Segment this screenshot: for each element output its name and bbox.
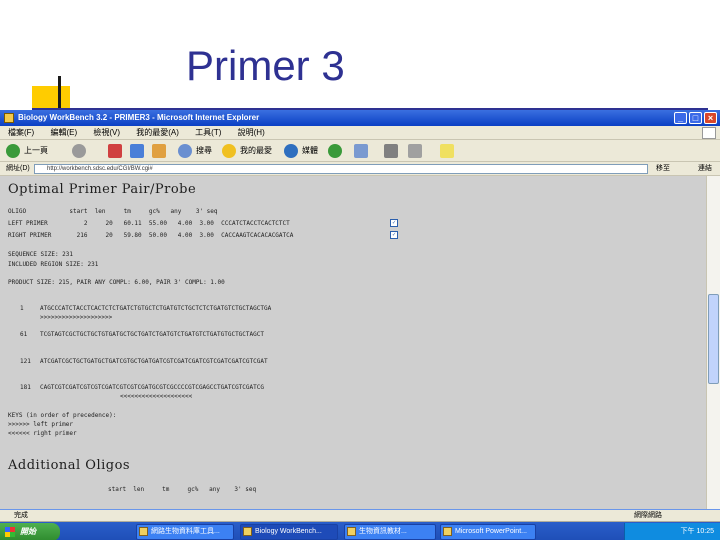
seq-marker: <<<<<<<<<<<<<<<<<<<< [120, 393, 193, 400]
scroll-thumb[interactable] [708, 294, 719, 384]
seq-line: ATCGATCGCTGCTGATGCTGATCGTGCTGATGATCGTCGA… [40, 358, 268, 365]
menu-bar: 檔案(F) 編輯(E) 檢視(V) 我的最愛(A) 工具(T) 說明(H) [0, 126, 720, 140]
menu-edit[interactable]: 編輯(E) [50, 126, 77, 140]
sequence-size: SEQUENCE SIZE: 231 [8, 251, 74, 258]
favorites-button[interactable]: 我的最愛 [240, 144, 272, 158]
menu-help[interactable]: 說明(H) [238, 126, 265, 140]
mail-icon[interactable] [354, 144, 368, 158]
slide-title: Primer 3 [186, 42, 345, 89]
taskbar-item-label: Microsoft PowerPoint... [455, 528, 527, 535]
oligo-table-header: OLIGO start len tm gc% any 3' seq [8, 208, 218, 215]
key-left-primer: >>>>>> left primer [8, 421, 74, 428]
menu-favorites[interactable]: 我的最愛(A) [136, 126, 179, 140]
ie-icon [4, 113, 14, 123]
seq-pos: 181 [20, 384, 31, 391]
messenger-icon[interactable] [440, 144, 454, 158]
windows-taskbar: 完成 網際網路 開始 網路生物資料庫工具... Biology WorkBenc… [0, 509, 720, 540]
maximize-button[interactable]: □ [689, 112, 702, 124]
included-region-size: INCLUDED REGION SIZE: 231 [8, 261, 99, 268]
edit-icon[interactable] [408, 144, 422, 158]
favorites-icon[interactable] [222, 144, 236, 158]
right-primer-row: RIGHT PRIMER 216 20 59.80 50.00 4.00 3.0… [8, 232, 294, 239]
links-button[interactable]: 連結 [698, 162, 712, 176]
page-content: Optimal Primer Pair/Probe OLIGO start le… [0, 176, 706, 509]
search-icon[interactable] [178, 144, 192, 158]
menu-tools[interactable]: 工具(T) [195, 126, 221, 140]
browser-window: Biology WorkBench 3.2 - PRIMER3 - Micros… [0, 110, 720, 540]
taskbar-item[interactable]: 網路生物資料庫工具... [136, 524, 234, 540]
go-button[interactable]: 移至 [656, 163, 692, 175]
menu-view[interactable]: 檢視(V) [93, 126, 120, 140]
media-icon[interactable] [284, 144, 298, 158]
optimal-primer-heading: Optimal Primer Pair/Probe [8, 182, 197, 197]
window-title: Biology WorkBench 3.2 - PRIMER3 - Micros… [18, 113, 260, 122]
status-bar: 完成 網際網路 [0, 510, 720, 522]
left-primer-checkbox[interactable]: ✓ [390, 219, 398, 227]
address-bar: 網址(D) http://workbench.sdsc.edu/CGI/BW.c… [0, 162, 720, 176]
taskbar-item[interactable]: Microsoft PowerPoint... [440, 524, 536, 540]
taskbar-item-label: 網路生物資料庫工具... [151, 528, 220, 535]
app-icon [347, 527, 356, 536]
seq-pos: 61 [20, 331, 28, 338]
status-text: 完成 [14, 512, 28, 519]
back-button[interactable]: 上一頁 [24, 144, 48, 158]
additional-oligos-heading: Additional Oligos [8, 458, 131, 473]
media-button[interactable]: 媒體 [302, 144, 318, 158]
left-primer-row: LEFT PRIMER 2 20 60.11 55.00 4.00 3.00 C… [8, 220, 290, 227]
seq-line: CAGTCGTCGATCGTCGTCGATCGTCGTCGATGCGTCGCCC… [40, 384, 264, 391]
key-right-primer: <<<<<< right primer [8, 430, 77, 437]
minimize-button[interactable]: _ [674, 112, 687, 124]
seq-pos: 1 [20, 305, 24, 312]
windows-flag-icon [702, 127, 716, 139]
title-bar: Biology WorkBench 3.2 - PRIMER3 - Micros… [0, 110, 720, 126]
seq-marker: >>>>>>>>>>>>>>>>>>>> [40, 314, 113, 321]
print-icon[interactable] [384, 144, 398, 158]
stop-icon[interactable] [108, 144, 122, 158]
vertical-scrollbar[interactable] [706, 176, 720, 509]
seq-line: TCGTAGTCGCTGCTGCTGTGATGCTGCTGATCTGATGTCT… [40, 331, 264, 338]
clock: 下午 10:25 [680, 528, 714, 535]
back-icon[interactable] [6, 144, 20, 158]
menu-file[interactable]: 檔案(F) [8, 126, 34, 140]
app-icon [139, 527, 148, 536]
windows-logo-icon [5, 527, 15, 537]
taskbar-item[interactable]: Biology WorkBench... [240, 524, 338, 540]
seq-line: ATGCCCATCTACCTCACTCTCTGATCTGTGCTCTGATGTC… [40, 305, 272, 312]
app-icon [443, 527, 452, 536]
taskbar-item-label: 生物資訊教材... [359, 528, 407, 535]
forward-icon[interactable] [72, 144, 86, 158]
taskbar-item[interactable]: 生物資訊教材... [344, 524, 436, 540]
history-icon[interactable] [328, 144, 342, 158]
right-primer-checkbox[interactable]: ✓ [390, 231, 398, 239]
additional-table-header: start len tm gc% any 3' seq [108, 486, 257, 493]
search-button[interactable]: 搜尋 [196, 144, 212, 158]
refresh-icon[interactable] [130, 144, 144, 158]
status-zone: 網際網路 [634, 512, 662, 519]
toolbar: 上一頁 搜尋 我的最愛 媒體 [0, 140, 720, 162]
home-icon[interactable] [152, 144, 166, 158]
product-size: PRODUCT SIZE: 215, PAIR ANY COMPL: 6.00,… [8, 279, 225, 286]
start-button[interactable]: 開始 [0, 523, 60, 540]
start-label: 開始 [20, 527, 36, 536]
app-icon [243, 527, 252, 536]
address-label: 網址(D) [6, 165, 30, 172]
close-button[interactable]: × [704, 112, 717, 124]
taskbar-item-label: Biology WorkBench... [255, 528, 322, 535]
system-tray: 下午 10:25 [624, 523, 720, 540]
address-input[interactable]: http://workbench.sdsc.edu/CGI/BW.cgi# [34, 164, 648, 174]
key-title: KEYS (in order of precedence): [8, 412, 117, 419]
seq-pos: 121 [20, 358, 31, 365]
